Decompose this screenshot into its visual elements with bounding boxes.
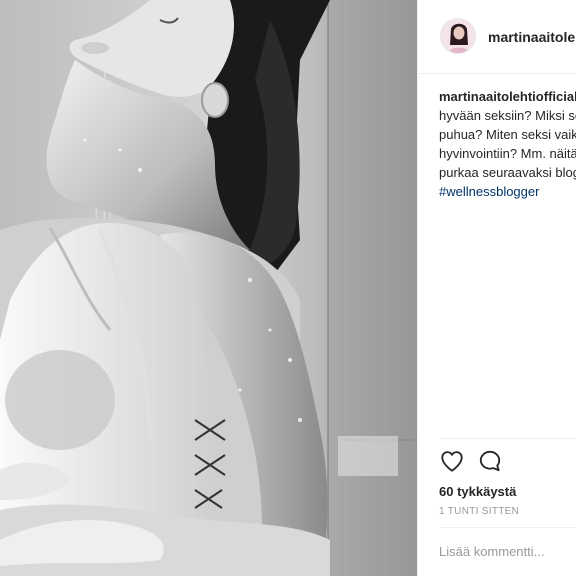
divider (440, 438, 576, 439)
divider (440, 527, 576, 528)
caption-username[interactable]: martinaaitolehtiofficial (439, 89, 576, 104)
caption-line: puhua? Miten seksi vaikut (439, 127, 576, 142)
post-header: martinaaitolehtiofficial (418, 0, 576, 74)
post-timestamp[interactable]: 1 TUNTI SITTEN (439, 506, 519, 517)
post-photo[interactable] (0, 0, 417, 576)
post-side-panel: martinaaitolehtiofficial martinaaitoleht… (417, 0, 576, 576)
comment-button[interactable] (477, 448, 503, 474)
hashtag-link[interactable]: #wellnessblogger (439, 184, 539, 199)
post-caption: martinaaitolehtiofficial hyvään seksiin?… (439, 87, 576, 201)
comment-bubble-icon (477, 450, 503, 478)
header-username[interactable]: martinaaitolehtiofficial (488, 29, 576, 45)
caption-line: hyvään seksiin? Miksi seks (439, 108, 576, 123)
heart-icon (439, 451, 465, 478)
caption-line: purkaa seuraavaksi blogissa (439, 165, 576, 180)
comment-input[interactable] (439, 542, 574, 560)
caption-line: hyvinvointiin? Mm. näitä a (439, 146, 576, 161)
avatar[interactable] (440, 18, 476, 54)
like-count[interactable]: 60 tykkäystä (439, 484, 516, 499)
like-button[interactable] (439, 448, 465, 474)
